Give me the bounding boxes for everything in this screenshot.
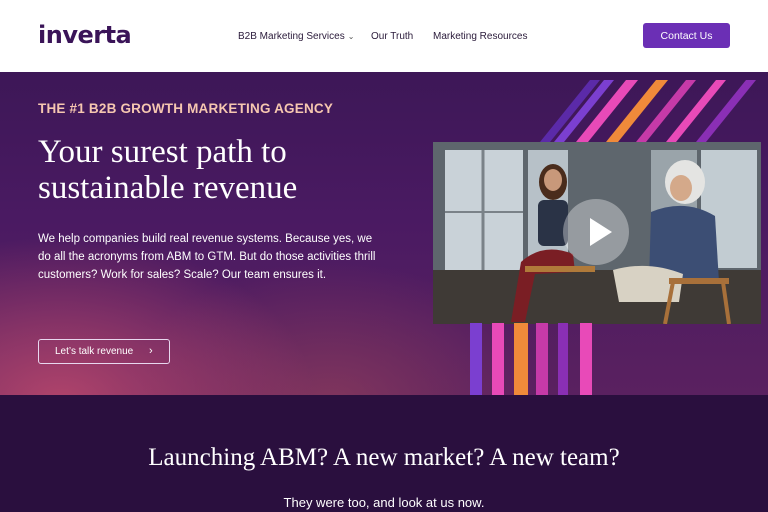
chevron-down-icon: ⌄	[347, 32, 355, 41]
nav-b2b-marketing-services[interactable]: B2B Marketing Services ⌄	[238, 31, 354, 42]
video-thumbnail[interactable]	[433, 142, 761, 324]
decorative-diagonal-stripes	[540, 80, 756, 142]
nav-item-label: Marketing Resources	[433, 31, 528, 42]
hero-eyebrow: THE #1 B2B GROWTH MARKETING AGENCY	[38, 101, 334, 116]
section-title: Launching ABM? A new market? A new team?	[148, 444, 620, 471]
hero-section: THE #1 B2B GROWTH MARKETING AGENCY Your …	[0, 72, 768, 395]
nav-item-label: Our Truth	[371, 31, 414, 42]
nav-item-label: B2B Marketing Services	[238, 31, 345, 42]
play-triangle	[590, 218, 612, 246]
nav-marketing-resources[interactable]: Marketing Resources	[433, 31, 527, 42]
nav-our-truth[interactable]: Our Truth	[371, 31, 413, 42]
cta-label: Let’s talk revenue	[55, 346, 134, 357]
section-subtitle: They were too, and look at us now.	[283, 495, 485, 510]
inverta-logo[interactable]: inverta	[38, 20, 132, 50]
site-header: inverta B2B Marketing Services ⌄ Our Trut…	[0, 0, 768, 72]
play-icon[interactable]	[563, 199, 629, 265]
hero-body-text: We help companies build real revenue sys…	[38, 233, 376, 281]
contact-us-button[interactable]: Contact Us	[643, 23, 730, 48]
intro-section: Launching ABM? A new market? A new team?…	[0, 395, 768, 512]
hero-headline: Your surest path to sustainable revenue	[38, 134, 298, 206]
decorative-vertical-stripes	[470, 323, 592, 395]
chevron-right-icon: ›	[149, 345, 153, 357]
lets-talk-revenue-button[interactable]: Let’s talk revenue ›	[38, 339, 170, 364]
